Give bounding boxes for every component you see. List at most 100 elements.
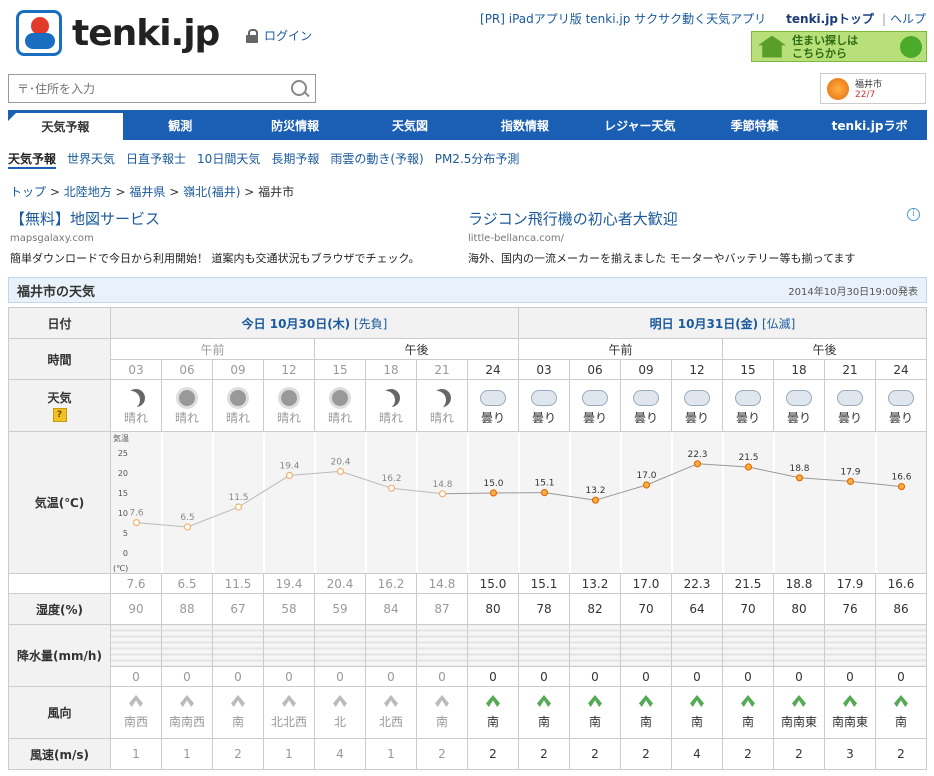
subnav-pm25[interactable]: PM2.5分布予測 bbox=[435, 150, 520, 169]
wind-arrow-icon bbox=[792, 695, 806, 707]
temp-value: 16.2 bbox=[365, 573, 417, 594]
help-icon[interactable]: ? bbox=[52, 408, 67, 422]
wind-dir-label: 北 bbox=[333, 715, 346, 729]
tenki-logo[interactable]: tenki.jp bbox=[16, 10, 220, 56]
ad-title[interactable]: 【無料】地図サービス bbox=[10, 208, 460, 229]
sun-icon bbox=[230, 390, 246, 406]
wind-dir-cell: 南西 bbox=[110, 686, 162, 739]
ad-map-service[interactable]: 【無料】地図サービス mapsgalaxy.com 簡単ダウンロードで今日から利… bbox=[10, 208, 460, 266]
crumb-top[interactable]: トップ bbox=[10, 185, 46, 199]
nav-leisure[interactable]: レジャー天気 bbox=[582, 110, 697, 140]
nav-disaster[interactable]: 防災情報 bbox=[238, 110, 353, 140]
temp-point bbox=[846, 477, 855, 485]
housing-banner[interactable]: 住まい探しは こちらから bbox=[751, 31, 927, 62]
crumb-fukui-pref[interactable]: 福井県 bbox=[129, 185, 165, 199]
rain-bar-cell bbox=[722, 624, 774, 667]
wind-dir-label: 南 bbox=[435, 715, 448, 729]
y-tick-label: 5 bbox=[123, 529, 128, 538]
nav-forecast[interactable]: 天気予報 bbox=[8, 110, 123, 140]
row-label-temp: 気温(℃) bbox=[8, 431, 111, 574]
rain-value: 0 bbox=[875, 666, 927, 687]
logo-text: tenki.jp bbox=[72, 12, 220, 54]
rain-bar-cell bbox=[671, 624, 723, 667]
nav-season[interactable]: 季節特集 bbox=[697, 110, 812, 140]
hour-cell: 15 bbox=[722, 359, 774, 380]
weather-label: 晴れ bbox=[174, 411, 199, 425]
y-tick-label: 20 bbox=[118, 469, 128, 478]
wind-dir-cell: 北西 bbox=[365, 686, 417, 739]
city-weather-widget[interactable]: 福井市 22/7 bbox=[820, 73, 926, 104]
rain-bar-cell bbox=[824, 624, 876, 667]
rain-value: 0 bbox=[671, 666, 723, 687]
weather-label: 曇り bbox=[837, 411, 862, 425]
row-label-weather: 天気? bbox=[8, 379, 111, 432]
rain-bar-cell bbox=[773, 624, 825, 667]
wind-arrow-icon bbox=[333, 695, 347, 707]
tomorrow-header: 明日 10月31日(金) [仏滅] bbox=[518, 307, 927, 339]
weather-cell: 晴れ bbox=[416, 379, 468, 432]
temp-value: 18.8 bbox=[773, 573, 825, 594]
row-label-humidity: 湿度(%) bbox=[8, 593, 111, 625]
wind-dir-cell: 南南東 bbox=[824, 686, 876, 739]
address-search-input[interactable] bbox=[9, 75, 289, 102]
nav-index[interactable]: 指数情報 bbox=[468, 110, 583, 140]
ad-info-icon[interactable]: i bbox=[907, 208, 920, 221]
subnav-forecast[interactable]: 天気予報 bbox=[8, 150, 57, 169]
humidity-value: 84 bbox=[365, 593, 417, 625]
subnav-longterm[interactable]: 長期予報 bbox=[271, 150, 319, 169]
wind-arrow-icon bbox=[486, 695, 500, 707]
wind-arrow-icon bbox=[231, 695, 245, 707]
tenki-top-link[interactable]: tenki.jpトップ bbox=[786, 10, 874, 27]
pr-ipad-app-link[interactable]: [PR] iPadアプリ版 tenki.jp サクサク動く天気アプリ bbox=[480, 10, 766, 27]
hour-cell: 24 bbox=[875, 359, 927, 380]
subnav-10day[interactable]: 10日間天気 bbox=[197, 150, 260, 169]
humidity-value: 86 bbox=[875, 593, 927, 625]
row-label-rain: 降水量(mm/h) bbox=[8, 624, 111, 687]
wind-dir-label: 南 bbox=[588, 715, 601, 729]
rain-value: 0 bbox=[161, 666, 213, 687]
wind-dir-label: 南南東 bbox=[831, 715, 868, 729]
temp-data-label: 16.2 bbox=[381, 474, 401, 484]
temp-data-label: 13.2 bbox=[585, 486, 605, 496]
temp-data-label: 14.8 bbox=[432, 479, 452, 489]
weather-cell: 曇り bbox=[773, 379, 825, 432]
weather-cell: 曇り bbox=[722, 379, 774, 432]
subnav-radar[interactable]: 雨雲の動き(予報) bbox=[330, 150, 423, 169]
temp-point bbox=[540, 488, 549, 496]
help-link[interactable]: ヘルプ bbox=[890, 10, 926, 27]
temp-value: 11.5 bbox=[212, 573, 264, 594]
today-am: 午前 bbox=[110, 338, 315, 360]
sun-icon bbox=[332, 390, 348, 406]
nav-labo[interactable]: tenki.jpラボ bbox=[812, 110, 927, 140]
rain-bar-cell bbox=[416, 624, 468, 667]
temp-value: 7.6 bbox=[110, 573, 162, 594]
temp-data-label: 6.5 bbox=[180, 513, 194, 523]
crumb-reihoku[interactable]: 嶺北(福井) bbox=[183, 185, 240, 199]
weather-label: 晴れ bbox=[123, 411, 148, 425]
cloud-icon bbox=[531, 390, 557, 406]
weather-cell: 曇り bbox=[518, 379, 570, 432]
weather-cell: 晴れ bbox=[314, 379, 366, 432]
wind-dir-label: 南 bbox=[231, 715, 244, 729]
subnav-forecaster[interactable]: 日直予報士 bbox=[126, 150, 186, 169]
wind-dir-cell: 南 bbox=[620, 686, 672, 739]
temp-data-label: 7.6 bbox=[129, 508, 144, 518]
humidity-value: 90 bbox=[110, 593, 162, 625]
ad-title[interactable]: ラジコン飛行機の初心者大歓迎 bbox=[468, 208, 918, 229]
rain-bar-cell bbox=[467, 624, 519, 667]
wind-arrow-icon bbox=[894, 695, 908, 707]
login-link[interactable]: ログイン bbox=[246, 27, 312, 44]
nav-observation[interactable]: 観測 bbox=[123, 110, 238, 140]
rain-value: 0 bbox=[467, 666, 519, 687]
weather-label: 晴れ bbox=[225, 411, 250, 425]
crumb-current: 福井市 bbox=[258, 185, 295, 199]
ad-url: mapsgalaxy.com bbox=[10, 233, 94, 244]
weather-label: 天気 bbox=[47, 391, 72, 405]
crumb-hokuriku[interactable]: 北陸地方 bbox=[64, 185, 112, 199]
nav-weather-map[interactable]: 天気図 bbox=[353, 110, 468, 140]
rain-value: 0 bbox=[569, 666, 621, 687]
rain-bar-cell bbox=[212, 624, 264, 667]
ad-rc-plane[interactable]: ラジコン飛行機の初心者大歓迎 little-bellanca.com/ 海外、国… bbox=[468, 208, 918, 266]
search-icon[interactable] bbox=[289, 78, 311, 100]
subnav-world[interactable]: 世界天気 bbox=[67, 150, 115, 169]
